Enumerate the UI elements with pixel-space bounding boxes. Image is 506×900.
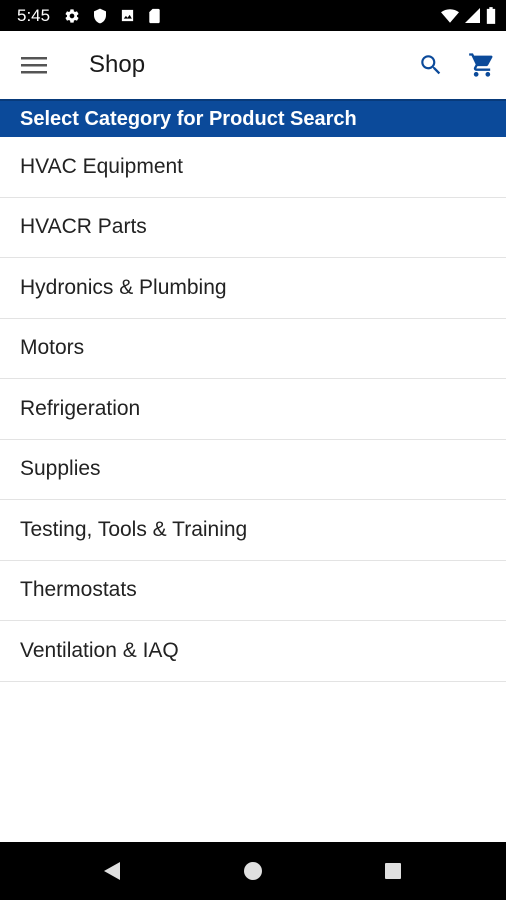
category-label: Thermostats xyxy=(20,578,137,602)
back-button[interactable] xyxy=(97,856,127,886)
cart-icon xyxy=(469,53,493,77)
category-item-testing-tools-training[interactable]: Testing, Tools & Training xyxy=(0,500,506,561)
recents-button[interactable] xyxy=(378,856,408,886)
category-item-refrigeration[interactable]: Refrigeration xyxy=(0,379,506,440)
category-header-text: Select Category for Product Search xyxy=(20,107,357,130)
status-bar: 5:45 xyxy=(0,0,506,31)
home-icon xyxy=(244,862,262,880)
cart-button[interactable] xyxy=(466,49,498,81)
shop-screen: 5:45 Shop Select Category for Product Se… xyxy=(0,0,506,900)
category-item-hvacr-parts[interactable]: HVACR Parts xyxy=(0,197,506,258)
battery-icon xyxy=(486,7,496,24)
search-icon xyxy=(421,55,441,75)
menu-button[interactable] xyxy=(17,51,51,79)
back-icon xyxy=(104,862,120,880)
app-bar: Shop xyxy=(0,31,506,99)
status-time: 5:45 xyxy=(17,5,51,25)
category-item-hydronics-plumbing[interactable]: Hydronics & Plumbing xyxy=(0,258,506,319)
category-label: HVAC Equipment xyxy=(20,154,184,178)
category-item-motors[interactable]: Motors xyxy=(0,318,506,379)
page-title: Shop xyxy=(89,51,146,78)
category-label: Hydronics & Plumbing xyxy=(20,275,227,299)
home-button[interactable] xyxy=(238,856,268,886)
category-label: Ventilation & IAQ xyxy=(20,638,179,662)
category-item-supplies[interactable]: Supplies xyxy=(0,439,506,500)
signal-icon xyxy=(465,8,480,23)
status-system-icons xyxy=(441,7,496,24)
sd-card-icon xyxy=(148,8,161,24)
category-label: HVACR Parts xyxy=(20,215,147,239)
wifi-icon xyxy=(441,8,459,23)
recents-icon xyxy=(385,863,401,879)
gear-icon xyxy=(64,8,80,24)
category-item-thermostats[interactable]: Thermostats xyxy=(0,560,506,621)
search-button[interactable] xyxy=(416,50,446,80)
category-list: HVAC Equipment HVACR Parts Hydronics & P… xyxy=(0,137,506,682)
category-header-banner: Select Category for Product Search xyxy=(0,99,506,137)
menu-icon xyxy=(21,57,47,74)
category-label: Supplies xyxy=(20,457,101,481)
category-label: Motors xyxy=(20,336,85,360)
shield-icon xyxy=(93,8,107,24)
system-nav-bar xyxy=(0,842,506,900)
category-item-hvac-equipment[interactable]: HVAC Equipment xyxy=(0,137,506,198)
category-label: Refrigeration xyxy=(20,396,141,420)
photo-icon xyxy=(120,8,135,23)
category-item-ventilation-iaq[interactable]: Ventilation & IAQ xyxy=(0,621,506,682)
category-label: Testing, Tools & Training xyxy=(20,517,248,541)
status-notification-icons xyxy=(64,8,161,24)
